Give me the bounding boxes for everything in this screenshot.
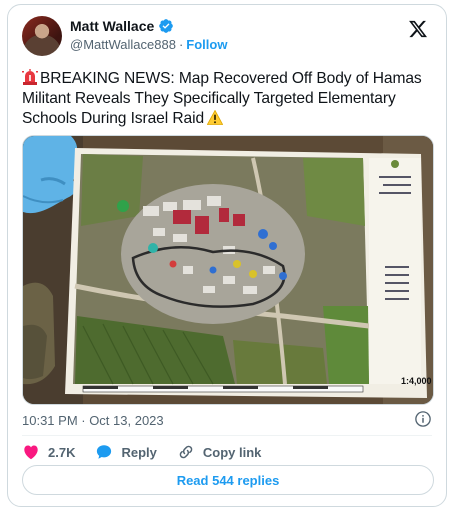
map-photo-image: 1:4,000	[23, 136, 433, 404]
heart-icon	[24, 445, 38, 460]
tweet-card: Matt Wallace @MattWallace888 · Follow BREA…	[7, 4, 447, 507]
separator-dot: ·	[178, 37, 184, 52]
tweet-text: BREAKING NEWS: Map Recovered Off Body of…	[22, 69, 434, 129]
like-button[interactable]: 2.7K	[22, 443, 75, 461]
tweet-timestamp[interactable]: 10:31 PM · Oct 13, 2023	[22, 413, 164, 428]
tweet-media-photo[interactable]: 1:4,000	[22, 135, 434, 405]
author-name-row: Matt Wallace	[70, 18, 174, 34]
author-name[interactable]: Matt Wallace	[70, 18, 154, 34]
warning-emoji-icon	[207, 110, 224, 125]
copy-link-label: Copy link	[202, 444, 262, 460]
reply-bubble-icon	[97, 445, 112, 459]
map-scale-label: 1:4,000	[401, 376, 432, 386]
copy-link-button[interactable]: Copy link	[177, 443, 262, 461]
x-logo-icon[interactable]	[408, 19, 428, 39]
divider	[22, 435, 432, 436]
reply-button[interactable]: Reply	[95, 443, 157, 461]
info-icon[interactable]	[414, 410, 432, 428]
avatar[interactable]	[22, 16, 62, 56]
read-replies-button[interactable]: Read 544 replies	[22, 465, 434, 495]
verified-icon	[159, 19, 174, 33]
action-bar: 2.7K Reply Copy link	[22, 443, 281, 461]
siren-emoji-icon	[22, 69, 38, 85]
link-icon	[179, 445, 193, 459]
reply-label: Reply	[121, 444, 157, 460]
like-count: 2.7K	[48, 444, 76, 460]
handle-row: @MattWallace888 · Follow	[70, 37, 227, 52]
author-handle[interactable]: @MattWallace888	[70, 37, 176, 52]
follow-button[interactable]: Follow	[186, 37, 227, 52]
